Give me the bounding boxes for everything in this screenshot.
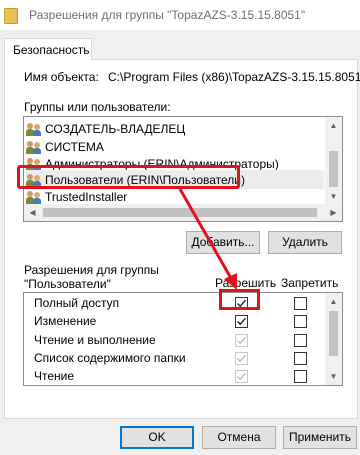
tab-security-label: Безопасность	[13, 43, 90, 57]
ok-button[interactable]: OK	[120, 426, 194, 449]
cancel-button[interactable]: Отмена	[202, 426, 276, 449]
tab-security[interactable]: Безопасность	[4, 38, 92, 60]
apply-button[interactable]: Применить	[283, 426, 357, 449]
annotation-arrow-icon	[178, 188, 237, 290]
